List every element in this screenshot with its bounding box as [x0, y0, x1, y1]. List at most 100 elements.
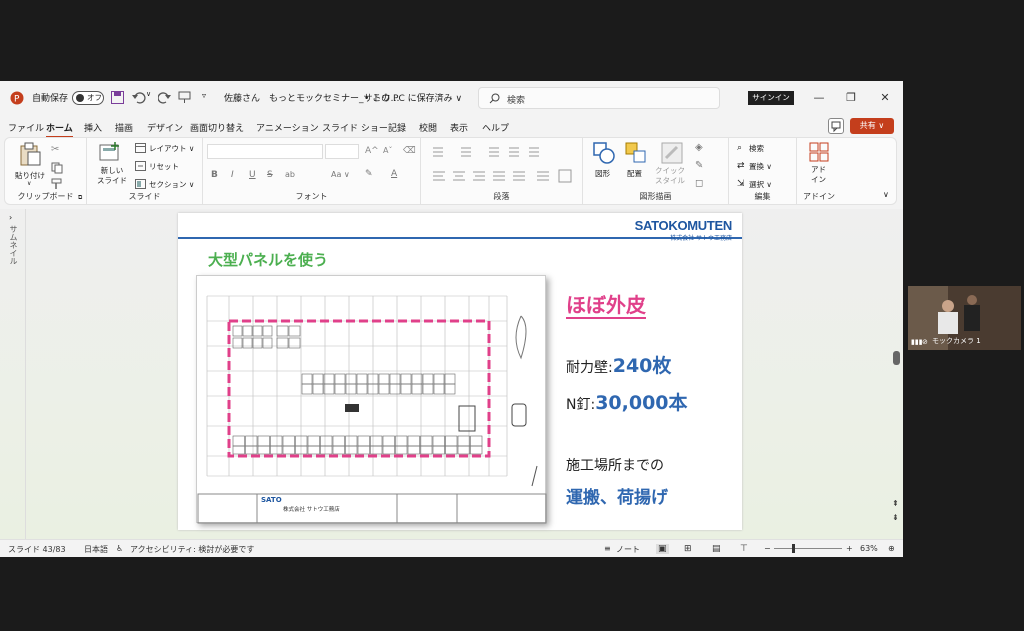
tab-view[interactable]: 表示 — [450, 121, 468, 134]
tab-animations[interactable]: アニメーション — [256, 121, 319, 134]
thumbnail-expand-icon[interactable]: › — [9, 213, 12, 222]
arrange-label[interactable]: 配置 — [627, 168, 642, 179]
select-icon[interactable]: ⇲ — [737, 179, 745, 189]
customize-toolbar-icon[interactable]: ▿ — [202, 91, 206, 100]
undo-dropdown-icon[interactable]: ∨ — [146, 90, 151, 98]
bold-button[interactable]: B — [211, 170, 218, 180]
tab-help[interactable]: ヘルプ — [482, 121, 509, 134]
ribbon-collapse-icon[interactable]: ∨ — [883, 190, 889, 199]
cut-icon[interactable]: ✂ — [51, 144, 59, 155]
replace-icon[interactable]: ⇄ — [737, 161, 745, 171]
shapes-label[interactable]: 図形 — [595, 168, 610, 179]
arrange-icon[interactable] — [625, 142, 647, 164]
shape-outline-icon[interactable]: ✎ — [695, 160, 703, 171]
clear-format-icon[interactable]: ⌫ — [403, 146, 416, 156]
scrollbar-thumb[interactable] — [893, 351, 900, 365]
signin-button[interactable]: サインイン — [748, 91, 794, 105]
section-button[interactable]: セクション ∨ — [149, 179, 194, 190]
layout-icon[interactable] — [135, 143, 146, 153]
accessibility-icon[interactable]: ♿ — [116, 544, 123, 553]
new-slide-label[interactable]: 新しい スライド — [97, 166, 127, 186]
zoom-out-icon[interactable]: − — [764, 544, 771, 553]
shape-fill-icon[interactable]: ◈ — [695, 142, 703, 153]
slides-group-label: スライド — [128, 192, 161, 201]
restore-icon[interactable]: ❐ — [842, 89, 860, 107]
reset-button[interactable]: リセット — [149, 161, 179, 172]
reset-icon[interactable] — [135, 161, 146, 171]
undo-icon[interactable] — [132, 91, 146, 104]
zoom-slider-thumb[interactable] — [792, 544, 795, 553]
shape-effects-icon[interactable]: ◻ — [695, 178, 703, 189]
quick-styles-label[interactable]: クイック スタイル — [655, 166, 685, 186]
paste-icon[interactable] — [19, 142, 41, 166]
shadow-button[interactable]: S — [267, 170, 273, 180]
prev-slide-icon[interactable]: ⇞ — [892, 499, 899, 508]
share-button[interactable]: 共有 ∨ — [850, 118, 894, 134]
search-box[interactable]: 検索 — [478, 87, 720, 109]
section-icon[interactable] — [135, 179, 146, 189]
grow-font-button[interactable]: A^ — [365, 146, 379, 156]
paragraph-tools-icon[interactable] — [429, 146, 577, 186]
font-name-combo[interactable] — [207, 144, 323, 159]
change-case-button[interactable]: Aa ∨ — [331, 170, 350, 179]
find-button[interactable]: 検索 — [749, 143, 764, 154]
clipboard-launcher-icon[interactable]: ⧉ — [78, 194, 82, 202]
zoom-level[interactable]: 63% — [860, 544, 878, 553]
autosave-toggle[interactable]: オフ — [72, 91, 104, 105]
italic-button[interactable]: I — [231, 170, 234, 180]
fit-slide-icon[interactable]: ⊕ — [888, 544, 895, 553]
font-size-combo[interactable] — [325, 144, 359, 159]
replace-button[interactable]: 置換 ∨ — [749, 161, 772, 172]
camera-preview[interactable]: ▮▮▮ ⊘ モックカメラ 1 — [908, 286, 1021, 350]
group-editing: ⌕ 検索 ⇄ 置換 ∨ ⇲ 選択 ∨ 編集 — [729, 138, 797, 204]
shapes-icon[interactable] — [593, 142, 615, 164]
zoom-slider[interactable] — [774, 548, 842, 549]
addins-button[interactable]: アド イン — [811, 165, 826, 185]
shrink-font-button[interactable]: Aˇ — [383, 146, 392, 155]
zoom-in-icon[interactable]: + — [846, 544, 853, 553]
tab-home[interactable]: ホーム — [46, 121, 73, 138]
char-spacing-button[interactable]: ab — [285, 170, 295, 179]
minimize-icon[interactable]: — — [810, 89, 828, 107]
tab-insert[interactable]: 挿入 — [84, 121, 102, 134]
thumbnail-pane[interactable]: › サムネイル — [0, 209, 26, 539]
find-icon[interactable]: ⌕ — [737, 143, 742, 153]
comment-button[interactable] — [828, 118, 844, 134]
vertical-scrollbar[interactable]: ⇞ ⇟ — [890, 209, 903, 539]
underline-button[interactable]: U — [249, 170, 256, 180]
font-color-icon[interactable]: A — [391, 169, 397, 179]
normal-view-icon[interactable]: ▣ — [656, 544, 669, 554]
paste-dropdown-icon[interactable]: ∨ — [27, 180, 31, 187]
layout-button[interactable]: レイアウト ∨ — [149, 143, 194, 154]
slide-canvas[interactable]: SATOKOMUTEN 株式会社 サトウ工務店 大型パネルを使う SATO 株式… — [178, 213, 742, 530]
slideshow-view-icon[interactable]: ⊤ — [740, 544, 748, 554]
save-location[interactable]: • この PC に保存済み ∨ — [364, 91, 462, 104]
presenter-icon[interactable] — [178, 91, 191, 104]
accessibility-status[interactable]: アクセシビリティ: 検討が必要です — [130, 544, 254, 555]
close-icon[interactable]: ✕ — [876, 89, 894, 107]
tab-record[interactable]: 記録 — [388, 121, 406, 134]
format-painter-icon[interactable] — [51, 178, 63, 190]
slide-sorter-icon[interactable]: ⊞ — [684, 544, 692, 554]
tab-slideshow[interactable]: スライド ショー — [322, 121, 388, 134]
redo-icon[interactable] — [158, 91, 171, 104]
select-button[interactable]: 選択 ∨ — [749, 179, 772, 190]
addins-group-label: アドイン — [803, 192, 835, 201]
notes-icon[interactable]: ≡ — [604, 544, 611, 553]
language-indicator[interactable]: 日本語 — [84, 544, 108, 555]
highlight-icon[interactable]: ✎ — [365, 169, 373, 179]
tab-draw[interactable]: 描画 — [115, 121, 133, 134]
tab-design[interactable]: デザイン — [147, 121, 183, 134]
copy-icon[interactable] — [51, 162, 63, 174]
quick-styles-icon[interactable] — [661, 142, 683, 164]
next-slide-icon[interactable]: ⇟ — [892, 513, 899, 522]
notes-button[interactable]: ノート — [616, 544, 640, 555]
floor-plan-image: SATO 株式会社 サトウ工務店 — [196, 275, 547, 524]
reading-view-icon[interactable]: ▤ — [712, 544, 721, 554]
tab-review[interactable]: 校閲 — [419, 121, 437, 134]
tab-transitions[interactable]: 画面切り替え — [190, 121, 244, 134]
save-icon[interactable] — [111, 91, 124, 104]
tab-file[interactable]: ファイル — [8, 121, 44, 134]
new-slide-icon[interactable] — [99, 142, 121, 162]
addins-icon[interactable] — [809, 142, 829, 162]
